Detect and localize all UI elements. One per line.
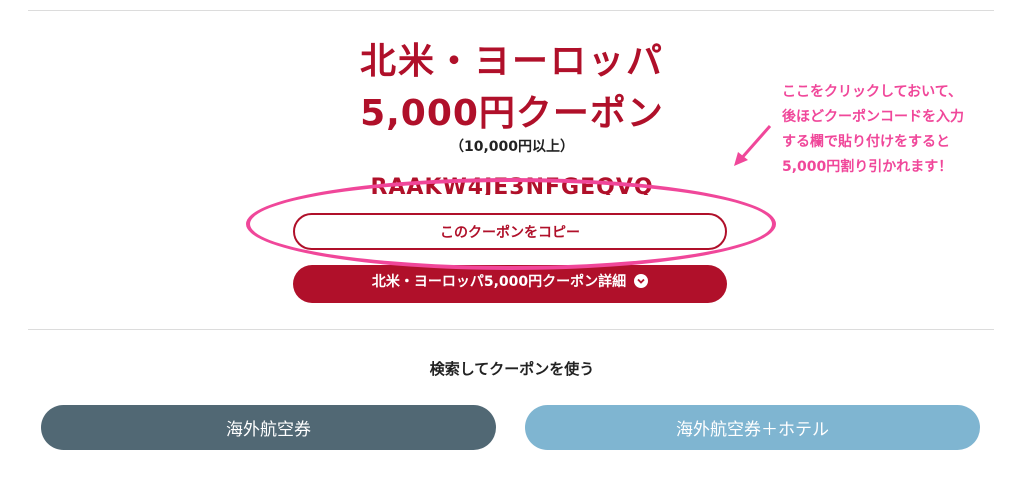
search-section-title: 検索してクーポンを使う <box>429 360 595 378</box>
annotation-line: する欄で貼り付けをすると <box>782 134 950 150</box>
section-divider <box>28 329 994 330</box>
annotation-line: ここをクリックしておいて、 <box>782 84 963 100</box>
copy-coupon-button-label: このクーポンをコピー <box>440 224 580 241</box>
coupon-details-button-label: 北米・ヨーロッパ5,000円クーポン詳細 <box>371 274 627 290</box>
search-flight-hotel-button[interactable]: 海外航空券＋ホテル <box>525 405 980 450</box>
search-flight-hotel-button-label: 海外航空券＋ホテル <box>676 420 829 440</box>
top-divider <box>28 10 994 11</box>
chevron-down-icon <box>634 274 649 288</box>
annotation-line: 後ほどクーポンコードを入力 <box>782 109 964 125</box>
coupon-details-button[interactable]: 北米・ヨーロッパ5,000円クーポン詳細 <box>293 265 727 303</box>
annotation-line: 5,000円割り引かれます！ <box>782 159 953 175</box>
search-flight-button[interactable]: 海外航空券 <box>41 405 496 450</box>
arrow-icon <box>734 125 772 166</box>
annotation-note: ここをクリックしておいて、 後ほどクーポンコードを入力 する欄で貼り付けをすると… <box>782 80 1002 180</box>
coupon-title-line1: 北米・ヨーロッパ <box>359 41 664 82</box>
copy-coupon-button[interactable]: このクーポンをコピー <box>293 213 727 250</box>
search-flight-button-label: 海外航空券 <box>226 420 311 440</box>
